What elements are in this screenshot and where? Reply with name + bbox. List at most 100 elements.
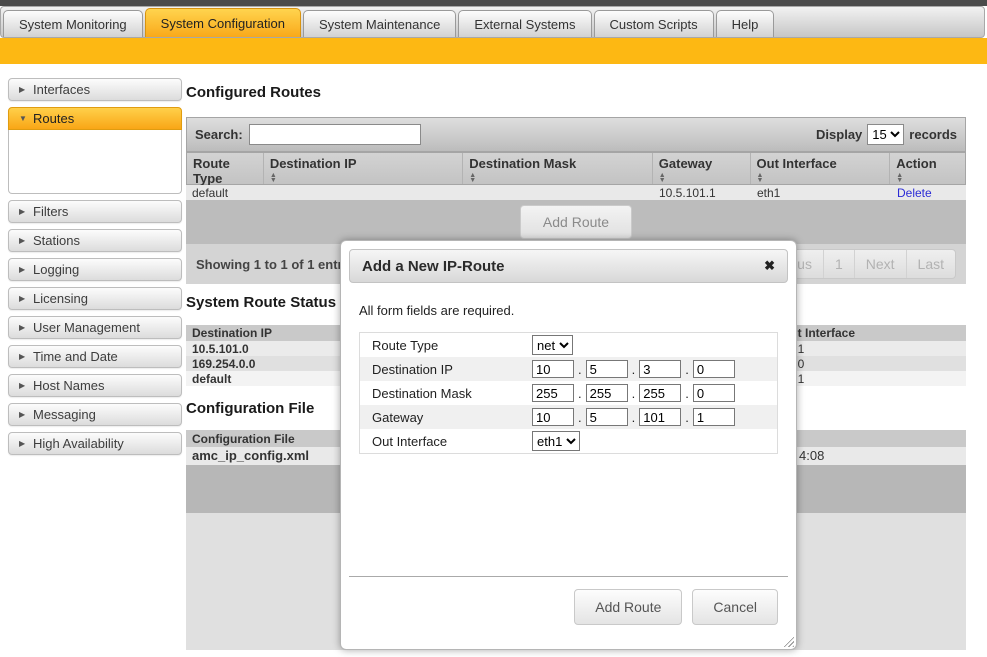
destination-mask-octet-1[interactable] xyxy=(532,384,574,402)
destination-ip-octet-2[interactable] xyxy=(586,360,628,378)
last-page-button[interactable]: Last xyxy=(906,250,955,278)
sidebar-item-label: Licensing xyxy=(33,291,88,306)
sidebar-item-filters[interactable]: ▶ Filters xyxy=(8,200,182,223)
chevron-down-icon: ▼ xyxy=(19,114,33,123)
chevron-right-icon: ▶ xyxy=(19,381,33,390)
route-form: Route Type net Destination IP ... Destin… xyxy=(359,332,778,454)
sidebar-item-label: Interfaces xyxy=(33,82,90,97)
destination-ip-label: Destination IP xyxy=(372,362,532,377)
sidebar-item-label: Time and Date xyxy=(33,349,118,364)
column-header-destination-ip[interactable]: Destination IP ▲▼ xyxy=(264,153,463,184)
tab-custom-scripts[interactable]: Custom Scripts xyxy=(594,10,714,37)
chevron-right-icon: ▶ xyxy=(19,352,33,361)
add-ip-route-dialog: Add a New IP-Route ✖ All form fields are… xyxy=(340,240,797,650)
destination-ip-octet-4[interactable] xyxy=(693,360,735,378)
delete-route-link[interactable]: Delete xyxy=(897,186,932,200)
destination-mask-octet-3[interactable] xyxy=(639,384,681,402)
next-page-button[interactable]: Next xyxy=(854,250,906,278)
sidebar-item-stations[interactable]: ▶ Stations xyxy=(8,229,182,252)
sidebar-item-label: Messaging xyxy=(33,407,96,422)
add-route-strip: Add Route xyxy=(186,200,966,244)
cell-destination-mask xyxy=(463,185,653,200)
sidebar-item-messaging[interactable]: ▶ Messaging xyxy=(8,403,182,426)
sort-both-icon: ▲▼ xyxy=(896,173,959,183)
gateway-octet-4[interactable] xyxy=(693,408,735,426)
chevron-right-icon: ▶ xyxy=(19,294,33,303)
search-input[interactable] xyxy=(249,124,421,145)
add-route-button[interactable]: Add Route xyxy=(520,205,632,239)
gateway-octet-3[interactable] xyxy=(639,408,681,426)
search-bar: Search: Display 15 records xyxy=(186,117,966,152)
dialog-cancel-button[interactable]: Cancel xyxy=(692,589,778,625)
sidebar-item-time-and-date[interactable]: ▶ Time and Date xyxy=(8,345,182,368)
destination-mask-label: Destination Mask xyxy=(372,386,532,401)
chevron-right-icon: ▶ xyxy=(19,410,33,419)
chevron-right-icon: ▶ xyxy=(19,85,33,94)
yellow-banner xyxy=(0,38,987,64)
sidebar-item-interfaces[interactable]: ▶ Interfaces xyxy=(8,78,182,101)
tab-system-configuration[interactable]: System Configuration xyxy=(145,8,301,37)
sidebar-item-label: Filters xyxy=(33,204,68,219)
destination-ip-octet-3[interactable] xyxy=(639,360,681,378)
gateway-octet-1[interactable] xyxy=(532,408,574,426)
records-per-page-select[interactable]: 15 xyxy=(867,124,904,145)
sidebar-nav: ▶ Interfaces ▼ Routes ▶ Filters ▶ Statio… xyxy=(8,78,182,461)
route-type-label: Route Type xyxy=(372,338,532,353)
column-header-route-type[interactable]: Route Type ▲ xyxy=(187,153,264,184)
column-header-gateway[interactable]: Gateway ▲▼ xyxy=(653,153,751,184)
tab-external-systems[interactable]: External Systems xyxy=(458,10,591,37)
chevron-right-icon: ▶ xyxy=(19,265,33,274)
records-label: records xyxy=(909,127,957,142)
chevron-right-icon: ▶ xyxy=(19,207,33,216)
destination-mask-octet-4[interactable] xyxy=(693,384,735,402)
routes-table-header: Route Type ▲ Destination IP ▲▼ Destinati… xyxy=(186,152,966,185)
display-label: Display xyxy=(816,127,862,142)
sidebar-item-label: Host Names xyxy=(33,378,105,393)
system-route-status-heading: System Route Status xyxy=(186,294,336,311)
form-row-gateway: Gateway ... xyxy=(360,405,777,429)
cell-route-type: default xyxy=(186,185,263,200)
dialog-titlebar[interactable]: Add a New IP-Route ✖ xyxy=(349,249,788,283)
sidebar-item-label: Routes xyxy=(33,111,74,126)
tab-system-monitoring[interactable]: System Monitoring xyxy=(3,10,143,37)
sidebar-item-routes[interactable]: ▼ Routes xyxy=(8,107,182,130)
form-row-route-type: Route Type net xyxy=(360,333,777,357)
tab-help[interactable]: Help xyxy=(716,10,775,37)
sidebar-item-host-names[interactable]: ▶ Host Names xyxy=(8,374,182,397)
main-tab-bar: System Monitoring System Configuration S… xyxy=(0,6,985,38)
dialog-note: All form fields are required. xyxy=(359,303,778,318)
destination-ip-octet-1[interactable] xyxy=(532,360,574,378)
sidebar-item-user-management[interactable]: ▶ User Management xyxy=(8,316,182,339)
sidebar-item-logging[interactable]: ▶ Logging xyxy=(8,258,182,281)
sidebar-item-high-availability[interactable]: ▶ High Availability xyxy=(8,432,182,455)
cell-destination-ip xyxy=(263,185,463,200)
column-header-action[interactable]: Action ▲▼ xyxy=(890,153,965,184)
form-row-destination-mask: Destination Mask ... xyxy=(360,381,777,405)
configuration-file-heading: Configuration File xyxy=(186,400,314,417)
sidebar-item-label: User Management xyxy=(33,320,140,335)
page-number-button[interactable]: 1 xyxy=(823,250,854,278)
destination-mask-octet-2[interactable] xyxy=(586,384,628,402)
table-row: default 10.5.101.1 eth1 Delete xyxy=(186,185,966,200)
close-icon[interactable]: ✖ xyxy=(764,258,775,274)
dialog-add-route-button[interactable]: Add Route xyxy=(574,589,682,625)
column-header-out-interface[interactable]: Out Interface ▲▼ xyxy=(751,153,891,184)
chevron-right-icon: ▶ xyxy=(19,236,33,245)
sidebar-item-licensing[interactable]: ▶ Licensing xyxy=(8,287,182,310)
sidebar-item-label: Logging xyxy=(33,262,79,277)
out-interface-label: Out Interface xyxy=(372,434,532,449)
column-header-destination-mask[interactable]: Destination Mask ▲▼ xyxy=(463,153,653,184)
form-row-destination-ip: Destination IP ... xyxy=(360,357,777,381)
route-type-select[interactable]: net xyxy=(532,335,573,355)
cell-gateway: 10.5.101.1 xyxy=(653,185,751,200)
gateway-octet-2[interactable] xyxy=(586,408,628,426)
sidebar-routes-panel xyxy=(8,130,182,194)
out-interface-select[interactable]: eth1 xyxy=(532,431,580,451)
sort-both-icon: ▲▼ xyxy=(659,173,744,183)
cell-out-interface: eth1 xyxy=(751,185,891,200)
sidebar-item-label: Stations xyxy=(33,233,80,248)
config-file-timestamp: 4:08 xyxy=(799,447,824,465)
chevron-right-icon: ▶ xyxy=(19,323,33,332)
tab-system-maintenance[interactable]: System Maintenance xyxy=(303,10,456,37)
chevron-right-icon: ▶ xyxy=(19,439,33,448)
